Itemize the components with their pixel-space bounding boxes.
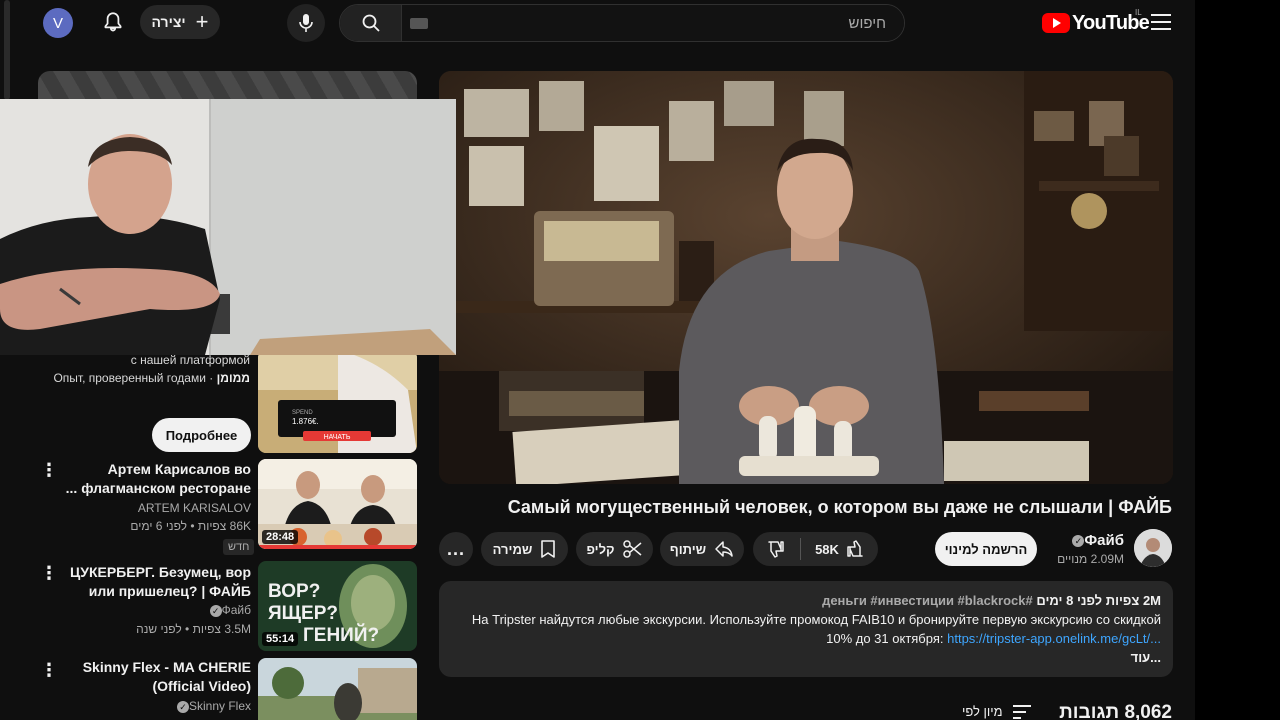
more-actions-icon: ... xyxy=(446,538,465,559)
rec-channel-3[interactable]: Skinny Flex✓ xyxy=(55,697,251,715)
like-dislike-bar: 58K xyxy=(753,532,878,566)
clip-button[interactable]: קליפ xyxy=(576,532,653,566)
avatar-letter: V xyxy=(52,14,63,32)
bookmark-icon xyxy=(541,540,556,558)
rec-meta-2: 3.5M צפיות • לפני שנה xyxy=(136,622,251,636)
rec-thumb-line2: ЯЩЕР? xyxy=(268,603,338,624)
keyboard-icon[interactable] xyxy=(410,18,428,29)
save-label: שמירה xyxy=(492,541,533,557)
sort-comments-button[interactable]: מיון לפי xyxy=(962,704,1031,719)
comments-count: 8,062 תגובות xyxy=(1059,702,1172,720)
share-button[interactable]: שיתוף xyxy=(660,532,744,566)
verified-check-icon: ✓ xyxy=(1072,535,1085,548)
video-player[interactable] xyxy=(439,71,1173,484)
plus-icon: + xyxy=(195,9,209,34)
upload-date: לפני 8 ימים xyxy=(1036,593,1103,608)
rec-thumb-line3: ГЕНИЙ? xyxy=(303,624,379,646)
view-count: 2M צפיות xyxy=(1105,593,1161,608)
like-count: 58K xyxy=(815,541,839,557)
share-icon xyxy=(715,541,733,557)
account-avatar[interactable]: V xyxy=(43,8,73,38)
verified-check-icon: ✓ xyxy=(209,604,222,617)
description-link[interactable]: https://tripster-app.onelink.me/gcLt/... xyxy=(947,631,1161,646)
webcam-image xyxy=(0,99,456,355)
rec-title-3[interactable]: Skinny Flex - MA CHERIE (Official Video) xyxy=(55,658,251,696)
rec-title-1[interactable]: Артем Карисалов во флагманском ресторане… xyxy=(55,460,251,498)
dislike-button[interactable] xyxy=(760,539,792,559)
search-icon xyxy=(362,14,380,32)
sponsored-label: ממומן xyxy=(216,371,250,385)
verified-check-icon: ✓ xyxy=(176,700,189,713)
show-more-link[interactable]: ...עוד xyxy=(451,648,1161,667)
rec-channel-1[interactable]: ARTEM KARISALOV xyxy=(55,499,251,517)
share-label: שיתוף xyxy=(669,541,707,557)
rec-duration-1: 28:48 xyxy=(262,530,299,544)
rec-thumbnail-2[interactable]: ВОР? ЯЩЕР? ГЕНИЙ? 55:14 xyxy=(258,561,417,651)
ad-thumb-button-text: НАЧАТЬ xyxy=(324,434,351,441)
video-frame xyxy=(439,71,1173,484)
channel-avatar[interactable] xyxy=(1134,529,1172,567)
sort-label: מיון לפי xyxy=(962,704,1003,719)
webcam-overlay xyxy=(0,99,456,355)
create-button[interactable]: יצירה + xyxy=(140,5,220,39)
thumbs-down-icon xyxy=(768,541,784,558)
ad-thumb-spend-label: SPEND xyxy=(292,410,313,416)
thumbs-up-icon xyxy=(847,540,863,557)
search-button[interactable] xyxy=(340,5,402,41)
rec-channel-2-text: Файб xyxy=(221,603,251,617)
search-box xyxy=(339,4,905,42)
more-actions-button[interactable]: ... xyxy=(439,532,473,566)
youtube-logo[interactable]: YouTube xyxy=(1042,11,1150,35)
divider xyxy=(800,538,802,560)
rec-menu-icon-3[interactable]: ⋮ xyxy=(40,660,58,680)
rec-thumbnail-image-3 xyxy=(258,658,417,720)
rec-thumbnail-3[interactable] xyxy=(258,658,417,720)
microphone-icon xyxy=(299,14,313,32)
rec-thumb-line1: ВОР? xyxy=(268,581,320,602)
subscribe-button[interactable]: הרשמה למינוי xyxy=(935,532,1037,566)
rec-duration-2: 55:14 xyxy=(262,632,299,646)
youtube-watch-page: V יצירה + YouTube IL xyxy=(0,0,1195,720)
ad-headline: с нашей платформой xyxy=(130,353,250,367)
video-title: Самый могущественный человек, о котором … xyxy=(507,497,1172,517)
scissors-icon xyxy=(622,540,642,558)
youtube-play-icon xyxy=(1042,13,1070,33)
channel-name-text: Файб xyxy=(1084,532,1124,549)
ad-thumbnail-image: SPEND 1.876€. НАЧАТЬ xyxy=(258,350,417,453)
hashtags[interactable]: #деньги #инвестиции #blackrock xyxy=(822,593,1033,608)
rec-menu-icon-1[interactable]: ⋮ xyxy=(40,460,58,480)
clip-label: קליפ xyxy=(586,541,615,557)
hamburger-menu-icon[interactable] xyxy=(1151,14,1171,30)
save-button[interactable]: שמירה xyxy=(481,532,568,566)
new-badge: חדש xyxy=(223,539,255,555)
ad-cta-label: Подробнее xyxy=(165,427,238,443)
rec-channel-3-text: Skinny Flex xyxy=(188,699,251,713)
subscribe-label: הרשמה למינוי xyxy=(944,541,1028,557)
ad-subline: ממומן · Опыт, проверенный годами xyxy=(53,371,250,385)
rec-meta-1: 86K צפיות • לפני 6 ימים xyxy=(130,519,251,533)
rec-title-2[interactable]: ЦУКЕРБЕРГ. Безумец, вор или пришелец? | … xyxy=(55,563,251,601)
region-code: IL xyxy=(1135,8,1142,17)
ad-banner[interactable] xyxy=(38,71,417,101)
sort-icon xyxy=(1012,704,1031,719)
search-input[interactable] xyxy=(402,5,904,41)
rec-menu-icon-2[interactable]: ⋮ xyxy=(40,563,58,583)
ad-subline-text: Опыт, проверенный годами xyxy=(53,371,206,385)
rec-channel-2[interactable]: Файб✓ xyxy=(55,601,251,619)
notifications-bell-icon[interactable] xyxy=(100,10,126,36)
create-label: יצירה xyxy=(151,14,186,30)
voice-search-button[interactable] xyxy=(287,4,325,42)
ad-thumbnail[interactable]: SPEND 1.876€. НАЧАТЬ xyxy=(258,350,417,453)
description-box[interactable]: 2M צפיות לפני 8 ימים #деньги #инвестиции… xyxy=(439,581,1173,677)
rec-thumbnail-1[interactable]: 28:48 xyxy=(258,459,417,549)
ad-thumb-spend-value: 1.876€. xyxy=(292,417,319,426)
top-bar: V יצירה + YouTube IL xyxy=(0,0,1195,46)
like-button[interactable]: 58K xyxy=(809,539,871,559)
ad-cta-button[interactable]: Подробнее xyxy=(152,418,251,452)
